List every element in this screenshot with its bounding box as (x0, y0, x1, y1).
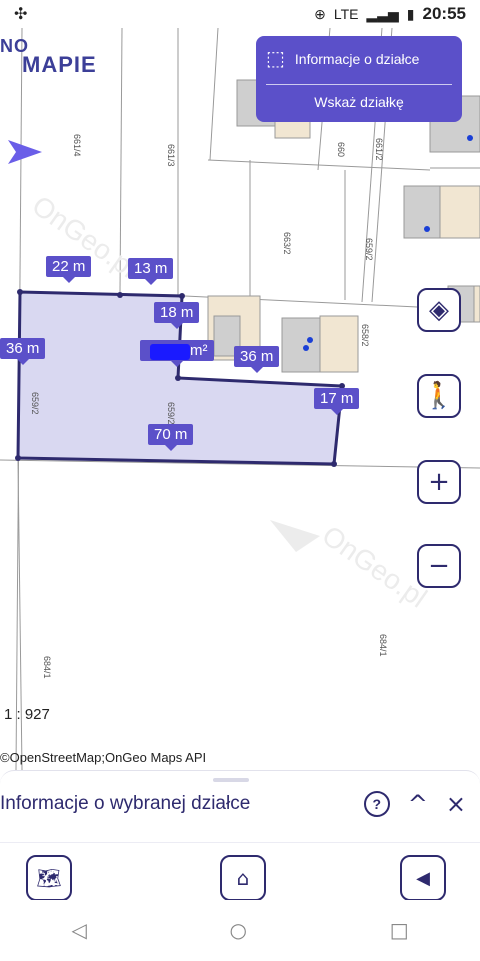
parcel-number: 663/2 (282, 232, 292, 255)
divider (0, 842, 480, 843)
status-bar: ✣ ⊕ LTE ▂▃▅ ▮ 20:55 (0, 0, 480, 28)
parcel-number: 660 (336, 142, 346, 158)
logo-line2: MAPIE (22, 52, 97, 77)
add-circle-icon: ⊕ (314, 5, 326, 22)
map-search-icon: 🗺 (36, 866, 62, 890)
close-icon[interactable]: × (446, 792, 466, 816)
map-scale: 1 : 927 (4, 706, 50, 723)
parcel-info-button[interactable]: ⬚ Informacje o działce (266, 46, 419, 71)
measure-label: 22 m (46, 256, 92, 283)
system-nav-bar: ◁ ○ □ (0, 900, 480, 960)
parcel-number: 659/2 (166, 402, 176, 425)
parcel-number: 661/2 (374, 138, 384, 161)
map-search-button[interactable]: 🗺 (26, 855, 72, 901)
pinwheel-icon: ✣ (14, 6, 28, 23)
layers-icon: ◈ (429, 295, 449, 325)
parcel-info-panel: ⬚ Informacje o działce Wskaż działkę (256, 36, 462, 122)
parcel-number: 658/2 (360, 324, 370, 347)
walk-mode-button[interactable]: 🚶 (417, 374, 461, 418)
plus-icon: + (428, 467, 450, 497)
measure-label: 36 m (0, 338, 46, 365)
help-icon[interactable]: ? (363, 791, 390, 817)
drag-handle[interactable] (213, 778, 249, 782)
parcel-number: 661/3 (166, 144, 176, 167)
measure-label: 18 m (154, 302, 200, 329)
parcel-number: 661/4 (72, 134, 82, 157)
measure-label: 36 m (234, 346, 280, 373)
zoom-out-button[interactable]: − (417, 544, 461, 588)
measure-label: 17 m (314, 388, 360, 415)
home-search-button[interactable]: ⌂ (220, 855, 266, 901)
map-view[interactable]: OnGeo.pl OnGeo.pl 661/4 661/3 660 661/2 … (0, 28, 480, 770)
triangle-left-icon: ◀ (416, 867, 430, 889)
measure-label: 13 m (128, 258, 174, 285)
network-label: LTE (333, 6, 359, 22)
parcel-number: 659/2 (364, 238, 374, 261)
walking-person-icon: 🚶 (422, 381, 456, 411)
home-search-icon: ⌂ (236, 866, 250, 890)
back-button[interactable]: ◀ (400, 855, 446, 901)
nav-back-icon[interactable]: ◁ (71, 918, 86, 942)
clock: 20:55 (422, 4, 466, 23)
parcel-number: 684/1 (42, 656, 52, 679)
signal-icon: ▂▃▅ (366, 5, 399, 22)
select-area-icon: ⬚ (266, 48, 285, 70)
parcel-info-label: Informacje o działce (294, 50, 420, 67)
map-attribution[interactable]: ©OpenStreetMap;OnGeo Maps API (0, 750, 206, 765)
layers-button[interactable]: ◈ (417, 288, 461, 332)
nav-home-icon[interactable]: ○ (230, 918, 247, 942)
show-parcel-button[interactable]: Wskaż działkę (256, 94, 462, 110)
chevron-up-icon[interactable]: ^ (408, 792, 428, 816)
minus-icon: − (428, 551, 450, 581)
nav-recent-icon[interactable]: □ (390, 918, 409, 942)
divider (266, 84, 452, 85)
measure-label: 70 m (148, 424, 194, 451)
battery-icon: ▮ (406, 5, 415, 22)
sheet-title: Informacje o wybranej działce (0, 793, 251, 814)
area-value-redacted (150, 344, 190, 360)
svg-text:OnGeo.pl: OnGeo.pl (317, 520, 433, 614)
zoom-in-button[interactable]: + (417, 460, 461, 504)
parcel-number: 659/2 (30, 392, 40, 415)
parcel-number: 684/1 (378, 634, 388, 657)
